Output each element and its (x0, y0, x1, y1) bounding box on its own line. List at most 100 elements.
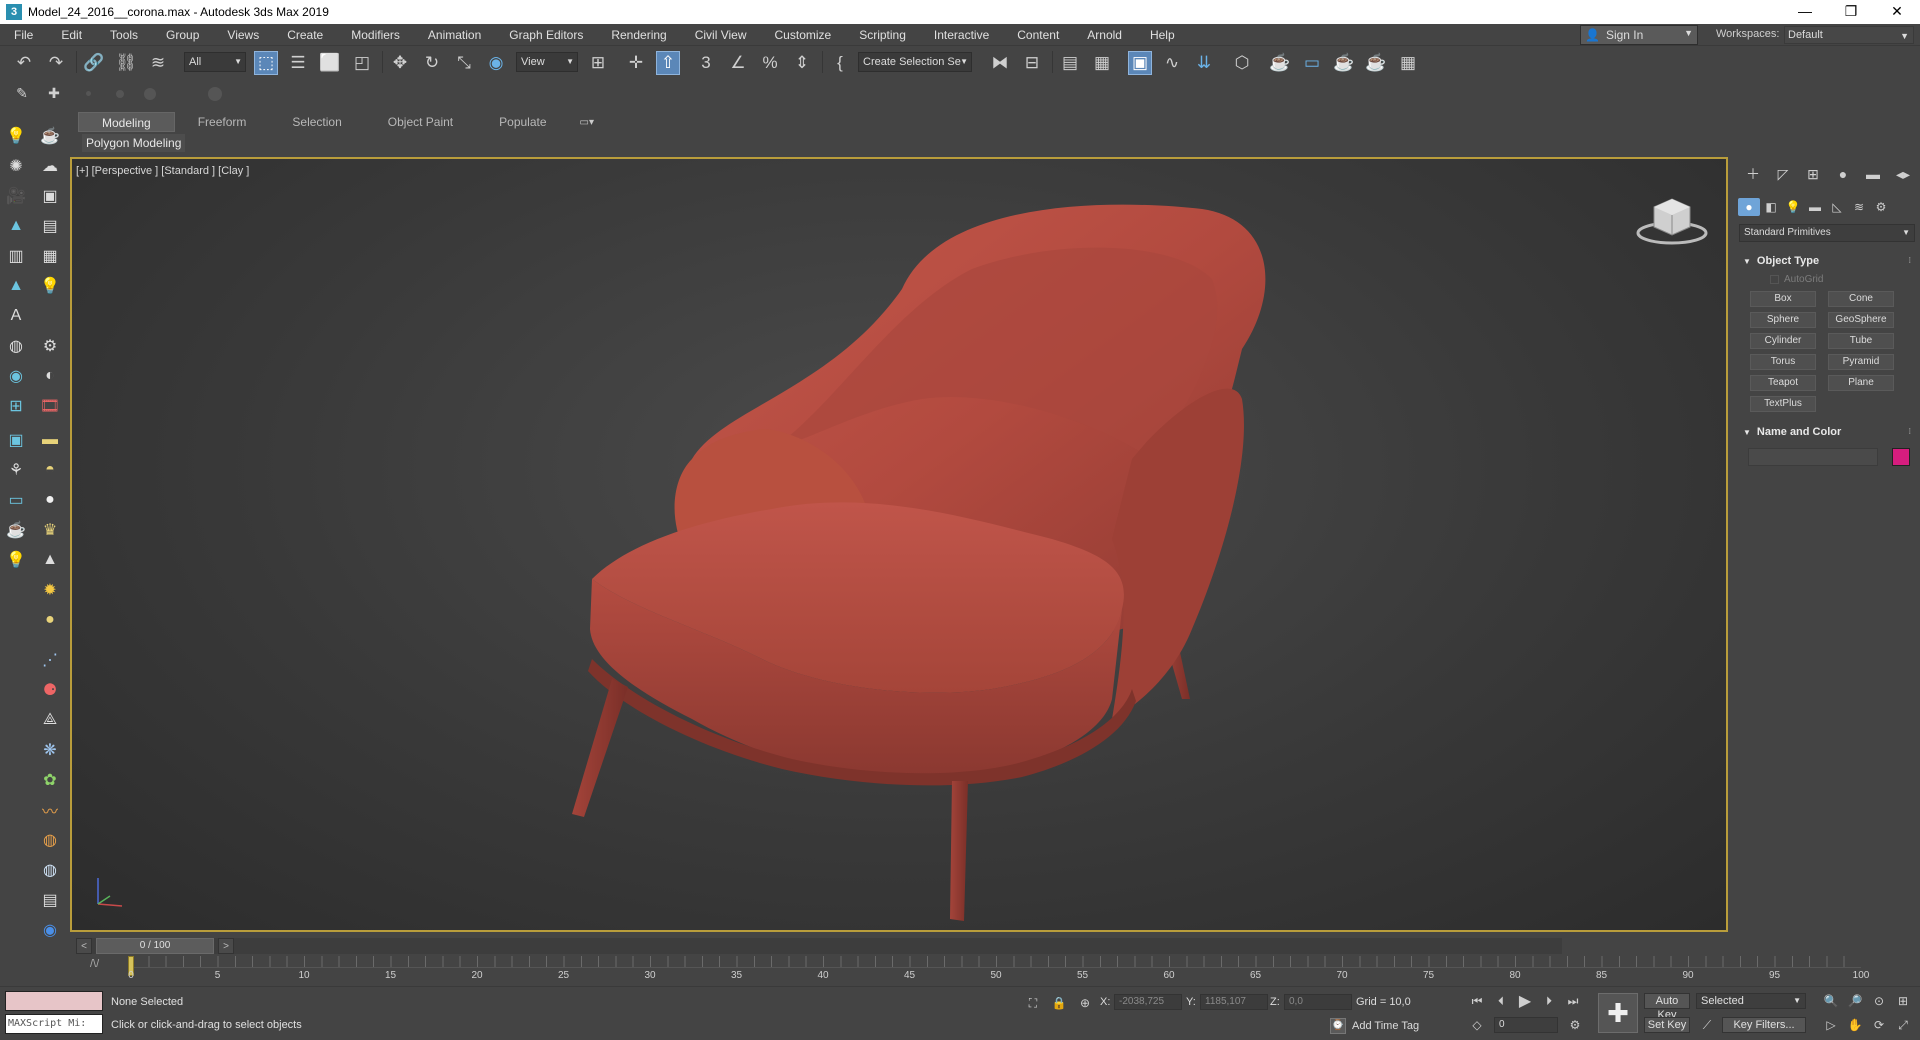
text-icon[interactable]: A (4, 304, 28, 328)
time-slider-thumb[interactable]: 0 / 100 (96, 938, 214, 954)
curve-editor-icon[interactable]: ∿ (1160, 51, 1184, 75)
dome-icon[interactable]: ◓ (38, 458, 62, 482)
absolute-mode-icon[interactable]: ⊕ (1076, 994, 1094, 1012)
time-configuration-icon[interactable]: ⚙ (1566, 1016, 1584, 1034)
camera-icon[interactable]: 🎥 (4, 184, 28, 208)
select-manipulate-icon[interactable]: ✛ (624, 51, 648, 75)
selection-filter-select[interactable]: All ▼ (184, 52, 246, 72)
frame-icon[interactable]: ▭ (4, 488, 28, 512)
align-icon[interactable]: ⊟ (1020, 51, 1044, 75)
menu-group[interactable]: Group (152, 28, 213, 42)
pivot-center-icon[interactable]: ⊞ (586, 51, 610, 75)
menu-rendering[interactable]: Rendering (597, 28, 680, 42)
tree-icon[interactable]: ▲ (4, 214, 28, 238)
reference-coordinate-select[interactable]: View ▼ (516, 52, 578, 72)
teapot-icon[interactable]: ☕ (38, 124, 62, 148)
auto-key-button[interactable]: Auto Key (1644, 993, 1690, 1021)
tool-icon[interactable]: ⚙ (38, 334, 62, 358)
cylinder-button[interactable]: Cylinder (1750, 333, 1816, 349)
perspective-viewport[interactable]: [+] [Perspective ] [Standard ] [Clay ] (70, 157, 1728, 932)
window-crossing-icon[interactable]: ◰ (350, 51, 374, 75)
time-slider[interactable]: < 0 / 100 > (76, 938, 1562, 954)
workspace-select[interactable]: Default ▼ (1784, 26, 1914, 44)
video-icon[interactable]: 🎞 (38, 394, 62, 418)
go-to-end-icon[interactable]: ⏭ (1564, 992, 1582, 1010)
menu-arnold[interactable]: Arnold (1073, 28, 1136, 42)
geosphere-button[interactable]: GeoSphere (1828, 312, 1894, 328)
set-key-button[interactable]: Set Key (1644, 1017, 1690, 1033)
plane-button[interactable]: Plane (1828, 375, 1894, 391)
render-icon[interactable]: ◉ (38, 918, 62, 942)
box-button[interactable]: Box (1750, 291, 1816, 307)
menu-scripting[interactable]: Scripting (845, 28, 920, 42)
scene-explorer-icon[interactable]: ▣ (1128, 51, 1152, 75)
brush-icon[interactable]: ✎ (10, 81, 34, 105)
link-icon[interactable]: 🔗 (82, 51, 106, 75)
viewcube-icon[interactable] (1632, 189, 1712, 249)
zoom-extents-icon[interactable]: ⊙ (1870, 992, 1888, 1010)
redo-icon[interactable]: ↷ (44, 51, 68, 75)
plant-icon[interactable]: ✿ (38, 768, 62, 792)
percent-snap-icon[interactable]: % (758, 51, 782, 75)
named-selection-select[interactable]: Create Selection Se ▼ (858, 52, 972, 72)
viewport-label[interactable]: [+] [Perspective ] [Standard ] [Clay ] (76, 165, 249, 177)
minimize-button[interactable]: — (1782, 0, 1828, 24)
menu-file[interactable]: File (0, 28, 47, 42)
tube-button[interactable]: Tube (1828, 333, 1894, 349)
next-frame-icon[interactable]: ⏵ (1540, 992, 1558, 1010)
light-icon[interactable]: 💡 (4, 124, 28, 148)
key-filters-button[interactable]: Key Filters... (1722, 1017, 1806, 1033)
close-button[interactable]: ✕ (1874, 0, 1920, 24)
pan-icon[interactable]: ✋ (1846, 1016, 1864, 1034)
cameras-icon[interactable]: ▬ (1804, 198, 1826, 216)
object-name-field[interactable] (1748, 448, 1878, 466)
z-coordinate-field[interactable]: 0,0 (1284, 994, 1352, 1010)
autogrid-checkbox[interactable]: AutoGrid (1770, 274, 1823, 285)
render-frame-icon[interactable]: ▣ (38, 184, 62, 208)
material-ball-icon[interactable]: ◍ (38, 858, 62, 882)
menu-modifiers[interactable]: Modifiers (337, 28, 414, 42)
modify-tab-icon[interactable]: ◸ (1768, 164, 1798, 184)
utilities-tab-icon[interactable]: ◂▸ (1888, 164, 1918, 184)
group-icon[interactable]: ⚘ (4, 458, 28, 482)
time-slider-prev-icon[interactable]: < (76, 938, 92, 954)
object-type-rollout[interactable]: ▼ Object Type ⁞ (1739, 252, 1915, 270)
set-key-big-icon[interactable]: ✚ (1598, 993, 1638, 1033)
render-active-shade-icon[interactable]: ☕ (1364, 51, 1388, 75)
menu-help[interactable]: Help (1136, 28, 1189, 42)
sun-icon[interactable]: ✺ (4, 154, 28, 178)
hierarchy-tab-icon[interactable]: ⊞ (1798, 164, 1828, 184)
teapot-button[interactable]: Teapot (1750, 375, 1816, 391)
maximize-viewport-icon[interactable]: ⤢ (1894, 1016, 1912, 1034)
particles-icon[interactable]: ⚈ (38, 678, 62, 702)
menu-tools[interactable]: Tools (96, 28, 152, 42)
plane-icon[interactable]: ▬ (38, 428, 62, 452)
previous-frame-icon[interactable]: ⏴ (1492, 992, 1510, 1010)
isolate-selection-icon[interactable]: ⛶ (1024, 994, 1042, 1012)
pyramid-button[interactable]: Pyramid (1828, 354, 1894, 370)
cone-button[interactable]: Cone (1828, 291, 1894, 307)
track-bar[interactable]: /\/ 0 5 10 15 20 25 30 35 40 45 50 55 60 65 70 75 80 85 90… (76, 956, 1920, 984)
rectangular-selection-icon[interactable]: ⬜ (318, 51, 342, 75)
tab-freeform[interactable]: Freeform (175, 112, 270, 132)
sphere-map-icon[interactable]: ◉ (4, 364, 28, 388)
grid-icon[interactable]: ⊞ (4, 394, 28, 418)
play-icon[interactable]: ▶ (1516, 992, 1534, 1010)
torus-button[interactable]: Torus (1750, 354, 1816, 370)
hair-fur-icon[interactable]: ◍ (38, 828, 62, 852)
menu-customize[interactable]: Customize (761, 28, 846, 42)
menu-views[interactable]: Views (213, 28, 273, 42)
primitive-category-select[interactable]: Standard Primitives ▼ (1739, 224, 1915, 242)
angle-snap-icon[interactable]: ∠ (726, 51, 750, 75)
tab-object-paint[interactable]: Object Paint (365, 112, 476, 132)
tab-modeling[interactable]: Modeling (78, 112, 175, 132)
spinner-snap-icon[interactable]: ⇕ (790, 51, 814, 75)
zoom-all-icon[interactable]: 🔎 (1846, 992, 1864, 1010)
keyboard-shortcut-toggle-icon[interactable]: ⇧ (656, 51, 680, 75)
mini-curve-editor-icon[interactable]: /\/ (90, 958, 99, 970)
shapes-icon[interactable]: ◧ (1760, 198, 1782, 216)
key-mode-toggle-icon[interactable]: ◇ (1468, 1016, 1486, 1034)
add-time-tag[interactable]: ⌚ Add Time Tag (1330, 1018, 1419, 1034)
default-in-out-tangents-icon[interactable]: ⟋ (1698, 1016, 1716, 1034)
scatter-icon[interactable]: ⋰ (38, 648, 62, 672)
